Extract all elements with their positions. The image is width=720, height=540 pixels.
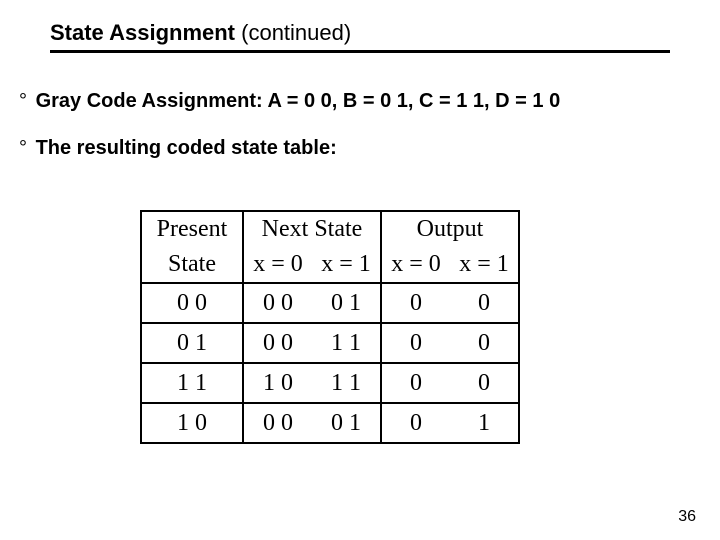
cell-next-x0: 0 0 bbox=[243, 283, 312, 323]
page-number: 36 bbox=[678, 508, 696, 526]
cell-present: 0 1 bbox=[141, 323, 243, 363]
cell-next-x1: 1 1 bbox=[312, 363, 381, 403]
cell-next-x0: 0 0 bbox=[243, 323, 312, 363]
title-main: State Assignment bbox=[50, 20, 235, 45]
cell-present: 0 0 bbox=[141, 283, 243, 323]
state-table: Present Next State Output State x = 0 x … bbox=[140, 210, 520, 444]
cell-out-x0: 0 bbox=[381, 403, 450, 443]
bullet-1: ° Gray Code Assignment: A = 0 0, B = 0 1… bbox=[16, 90, 680, 113]
cell-present: 1 0 bbox=[141, 403, 243, 443]
cell-next-x0: 0 0 bbox=[243, 403, 312, 443]
table-row: 0 1 0 0 1 1 0 0 bbox=[141, 323, 519, 363]
cell-present: 1 1 bbox=[141, 363, 243, 403]
cell-next-x1: 0 1 bbox=[312, 283, 381, 323]
table-header-row-2: State x = 0 x = 1 x = 0 x = 1 bbox=[141, 247, 519, 283]
table-header-row-1: Present Next State Output bbox=[141, 211, 519, 247]
hdr-output: Output bbox=[381, 211, 519, 247]
cell-out-x1: 0 bbox=[450, 323, 519, 363]
page-title: State Assignment (continued) bbox=[50, 20, 670, 46]
hdr-next-x1: x = 1 bbox=[312, 247, 381, 283]
slide: State Assignment (continued) ° Gray Code… bbox=[0, 0, 720, 540]
state-table-wrap: Present Next State Output State x = 0 x … bbox=[140, 210, 520, 444]
bullet-2: ° The resulting coded state table: bbox=[16, 137, 680, 160]
cell-out-x1: 1 bbox=[450, 403, 519, 443]
hdr-next-x0: x = 0 bbox=[243, 247, 312, 283]
table-row: 1 0 0 0 0 1 0 1 bbox=[141, 403, 519, 443]
hdr-out-x0: x = 0 bbox=[381, 247, 450, 283]
title-continued: (continued) bbox=[235, 20, 351, 45]
cell-out-x0: 0 bbox=[381, 323, 450, 363]
hdr-present-1: Present bbox=[141, 211, 243, 247]
title-rule bbox=[50, 50, 670, 53]
cell-out-x1: 0 bbox=[450, 283, 519, 323]
cell-out-x0: 0 bbox=[381, 283, 450, 323]
table-row: 1 1 1 0 1 1 0 0 bbox=[141, 363, 519, 403]
hdr-out-x1: x = 1 bbox=[450, 247, 519, 283]
bullet-1-text: Gray Code Assignment: A = 0 0, B = 0 1, … bbox=[36, 90, 561, 112]
cell-out-x1: 0 bbox=[450, 363, 519, 403]
hdr-next: Next State bbox=[243, 211, 381, 247]
bullet-2-text: The resulting coded state table: bbox=[36, 137, 337, 159]
cell-next-x0: 1 0 bbox=[243, 363, 312, 403]
bullet-icon: ° bbox=[16, 137, 30, 160]
table-row: 0 0 0 0 0 1 0 0 bbox=[141, 283, 519, 323]
title-block: State Assignment (continued) bbox=[50, 20, 670, 53]
cell-next-x1: 0 1 bbox=[312, 403, 381, 443]
cell-out-x0: 0 bbox=[381, 363, 450, 403]
bullet-icon: ° bbox=[16, 90, 30, 113]
cell-next-x1: 1 1 bbox=[312, 323, 381, 363]
bullet-list: ° Gray Code Assignment: A = 0 0, B = 0 1… bbox=[16, 90, 680, 184]
hdr-present-2: State bbox=[141, 247, 243, 283]
